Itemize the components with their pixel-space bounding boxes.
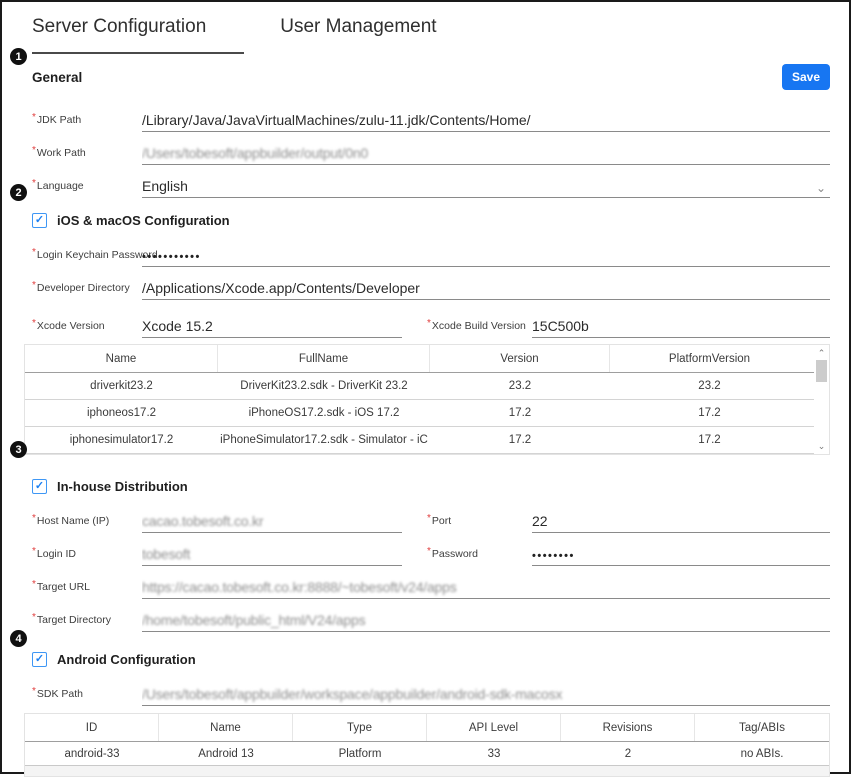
required-icon: * [32,579,36,590]
jdk-path-row: *JDK Path /Library/Java/JavaVirtualMachi… [32,99,830,132]
required-icon: * [32,247,36,258]
developer-directory-input[interactable]: /Applications/Xcode.app/Contents/Develop… [142,280,830,300]
chevron-down-icon[interactable]: ⌄ [816,181,826,195]
jdk-path-label: *JDK Path [32,112,142,132]
sdk-table: Name FullName Version PlatformVersion dr… [24,344,830,455]
inhouse-checkbox[interactable]: ✓ [32,479,47,494]
work-path-input[interactable]: /Users/tobesoft/appbuilder/output/0n0 [142,145,830,165]
required-icon: * [32,178,36,189]
col-header-revisions: Revisions [561,714,695,741]
tab-bar: Server Configuration User Management [2,2,849,54]
xcode-version-label: *Xcode Version [32,318,142,338]
sdk-path-input[interactable]: /Users/tobesoft/appbuilder/workspace/app… [142,686,830,706]
required-icon: * [427,546,431,557]
ios-macos-checkbox[interactable]: ✓ [32,213,47,228]
keychain-password-row: *Login Keychain Password ••••••••••• [32,234,830,267]
android-title: Android Configuration [57,652,196,667]
sdk-path-row: *SDK Path /Users/tobesoft/appbuilder/wor… [32,673,830,706]
required-icon: * [32,546,36,557]
table-row[interactable]: iphonesimulator17.2 iPhoneSimulator17.2.… [25,427,829,454]
android-table-header: ID Name Type API Level Revisions Tag/ABI… [25,714,829,742]
target-directory-label: *Target Directory [32,612,142,632]
required-icon: * [32,686,36,697]
host-name-input[interactable]: cacao.tobesoft.co.kr [142,513,402,533]
login-id-input[interactable]: tobesoft [142,546,402,566]
table-row[interactable]: android-33 Android 13 Platform 33 2 no A… [25,742,829,766]
required-icon: * [427,318,431,329]
step-badge-1: 1 [10,48,27,65]
target-url-input[interactable]: https://cacao.tobesoft.co.kr:8888/~tobes… [142,579,830,599]
step-badge-3: 3 [10,441,27,458]
settings-form: General Save *JDK Path /Library/Java/Jav… [2,64,849,777]
col-header-name: Name [25,345,218,372]
language-label: *Language [32,178,142,198]
required-icon: * [32,145,36,156]
col-header-platformversion: PlatformVersion [610,345,809,372]
section-general: General Save *JDK Path /Library/Java/Jav… [32,64,830,198]
required-icon: * [32,612,36,623]
tab-user-management[interactable]: User Management [280,16,436,54]
android-checkbox[interactable]: ✓ [32,652,47,667]
password-label: *Password [427,546,532,566]
scroll-up-icon[interactable]: ⌃ [814,347,829,359]
language-row: *Language English⌄ [32,165,830,198]
keychain-password-label: *Login Keychain Password [32,247,142,267]
android-platform-table: ID Name Type API Level Revisions Tag/ABI… [24,713,830,777]
col-header-id: ID [25,714,159,741]
scroll-down-icon[interactable]: ⌄ [814,440,829,452]
xcode-version-input[interactable]: Xcode 15.2 [142,318,402,338]
sdk-table-header: Name FullName Version PlatformVersion [25,345,829,373]
section-ios-macos: ✓ iOS & macOS Configuration *Login Keych… [32,207,830,455]
port-input[interactable]: 22 [532,513,830,533]
required-icon: * [32,112,36,123]
developer-directory-row: *Developer Directory /Applications/Xcode… [32,267,830,300]
inhouse-title: In-house Distribution [57,479,188,494]
col-header-api-level: API Level [427,714,561,741]
required-icon: * [32,318,36,329]
host-name-label: *Host Name (IP) [32,513,142,533]
col-header-name: Name [159,714,293,741]
password-input[interactable]: •••••••• [532,546,830,566]
work-path-row: *Work Path /Users/tobesoft/appbuilder/ou… [32,132,830,165]
login-password-row: *Login ID tobesoft *Password •••••••• [32,533,830,566]
required-icon: * [32,513,36,524]
step-badge-4: 4 [10,630,27,647]
language-select[interactable]: English⌄ [142,178,830,198]
target-directory-row: *Target Directory /home/tobesoft/public_… [32,599,830,632]
col-header-tag-abis: Tag/ABIs [695,714,829,741]
vertical-scrollbar[interactable]: ⌃ ⌄ [814,345,829,454]
port-label: *Port [427,513,532,533]
jdk-path-input[interactable]: /Library/Java/JavaVirtualMachines/zulu-1… [142,112,830,132]
col-header-fullname: FullName [218,345,430,372]
xcode-version-row: *Xcode Version Xcode 15.2 *Xcode Build V… [32,305,830,338]
ios-macos-title: iOS & macOS Configuration [57,213,230,228]
save-button[interactable]: Save [782,64,830,90]
keychain-password-input[interactable]: ••••••••••• [142,247,830,267]
section-inhouse-distribution: ✓ In-house Distribution *Host Name (IP) … [32,473,830,632]
step-badge-2: 2 [10,184,27,201]
developer-directory-label: *Developer Directory [32,280,142,300]
section-android: ✓ Android Configuration *SDK Path /Users… [32,646,830,777]
target-directory-input[interactable]: /home/tobesoft/public_html/V24/apps [142,612,830,632]
general-title: General [32,64,82,85]
login-id-label: *Login ID [32,546,142,566]
table-row[interactable]: driverkit23.2 DriverKit23.2.sdk - Driver… [25,373,829,400]
required-icon: * [427,513,431,524]
work-path-label: *Work Path [32,145,142,165]
tab-server-configuration[interactable]: Server Configuration [32,16,244,54]
xcode-build-version-input[interactable]: 15C500b [532,318,830,338]
table-row[interactable]: iphoneos17.2 iPhoneOS17.2.sdk - iOS 17.2… [25,400,829,427]
col-header-type: Type [293,714,427,741]
required-icon: * [32,280,36,291]
sdk-path-label: *SDK Path [32,686,142,706]
target-url-row: *Target URL https://cacao.tobesoft.co.kr… [32,566,830,599]
scrollbar-thumb[interactable] [816,360,827,382]
xcode-build-version-label: *Xcode Build Version [427,318,532,338]
host-port-row: *Host Name (IP) cacao.tobesoft.co.kr *Po… [32,500,830,533]
col-header-version: Version [430,345,610,372]
target-url-label: *Target URL [32,579,142,599]
server-configuration-window: { "tabs": { "server_config": "Server Con… [0,0,851,774]
horizontal-scroll-track[interactable] [25,766,829,776]
